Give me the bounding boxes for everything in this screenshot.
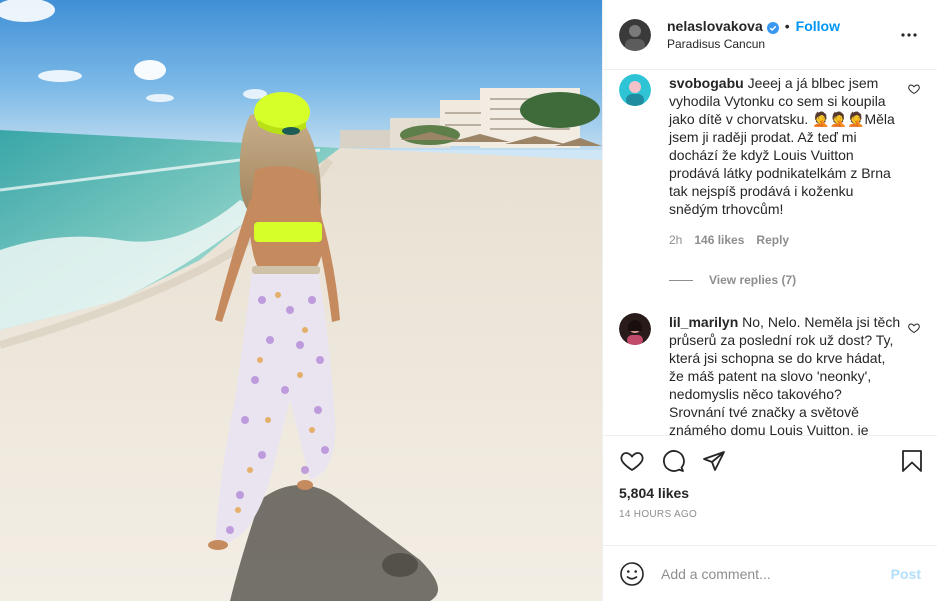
view-replies-line xyxy=(669,279,693,281)
post-comment-button[interactable]: Post xyxy=(891,566,921,582)
comment-emoji: 🤦🤦🤦 xyxy=(812,111,865,127)
view-replies-button[interactable]: View replies (7) xyxy=(669,271,901,289)
comment-author[interactable]: lil_marilyn xyxy=(669,314,738,330)
commenter-avatar[interactable] xyxy=(619,313,651,345)
follow-button[interactable]: Follow xyxy=(796,17,840,36)
comment-text-content: No, Nelo. Neměla jsi těch průserů za pos… xyxy=(669,314,901,435)
add-comment-bar: Post xyxy=(603,545,937,601)
comment-item: svobogabu Jeeej a já blbec jsem vyhodila… xyxy=(619,74,921,289)
author-username[interactable]: nelaslovakova xyxy=(667,17,763,36)
share-paper-plane-icon[interactable] xyxy=(701,448,727,474)
post-header: nelaslovakova • Follow Paradisus Cancun xyxy=(603,0,937,70)
comment-body: lil_marilyn No, Nelo. Neměla jsi těch pr… xyxy=(669,313,901,435)
verified-badge-icon xyxy=(766,20,779,35)
like-heart-icon[interactable] xyxy=(619,448,645,474)
post-time-ago[interactable]: 14 HOURS AGO xyxy=(603,509,937,545)
emoji-smiley-icon[interactable] xyxy=(619,561,645,587)
beach-photo-illustration xyxy=(0,0,602,601)
comment-bubble-icon[interactable] xyxy=(660,448,686,474)
comment-text: lil_marilyn No, Nelo. Neměla jsi těch pr… xyxy=(669,313,901,435)
reply-button[interactable]: Reply xyxy=(756,231,789,249)
comment-like-heart-icon[interactable] xyxy=(908,82,922,96)
comment-time[interactable]: 2h xyxy=(669,231,682,249)
view-replies-label: View replies (7) xyxy=(709,273,797,287)
comment-like-heart-icon[interactable] xyxy=(908,321,922,335)
comments-list[interactable]: svobogabu Jeeej a já blbec jsem vyhodila… xyxy=(603,70,937,435)
comment-author[interactable]: svobogabu xyxy=(669,75,744,91)
post-photo[interactable] xyxy=(0,0,602,601)
author-avatar[interactable] xyxy=(619,18,651,51)
post-actions xyxy=(603,435,937,485)
header-separator: • xyxy=(784,17,790,34)
comment-likes[interactable]: 146 likes xyxy=(694,231,744,249)
more-options-icon[interactable] xyxy=(897,23,921,47)
comment-item: lil_marilyn No, Nelo. Neměla jsi těch pr… xyxy=(619,313,921,435)
commenter-avatar[interactable] xyxy=(619,74,651,106)
post-side-panel: nelaslovakova • Follow Paradisus Cancun xyxy=(602,0,937,601)
header-text: nelaslovakova • Follow Paradisus Cancun xyxy=(667,17,897,52)
add-comment-input[interactable] xyxy=(661,565,891,582)
comment-body: svobogabu Jeeej a já blbec jsem vyhodila… xyxy=(669,74,901,289)
comment-text: svobogabu Jeeej a já blbec jsem vyhodila… xyxy=(669,74,901,218)
save-bookmark-icon[interactable] xyxy=(899,448,925,474)
header-top-row: nelaslovakova • Follow xyxy=(667,17,897,36)
post-location[interactable]: Paradisus Cancun xyxy=(667,36,897,52)
likes-count[interactable]: 5,804 likes xyxy=(603,485,937,505)
post-modal: nelaslovakova • Follow Paradisus Cancun xyxy=(0,0,937,601)
comment-meta: 2h 146 likes Reply xyxy=(669,231,901,249)
